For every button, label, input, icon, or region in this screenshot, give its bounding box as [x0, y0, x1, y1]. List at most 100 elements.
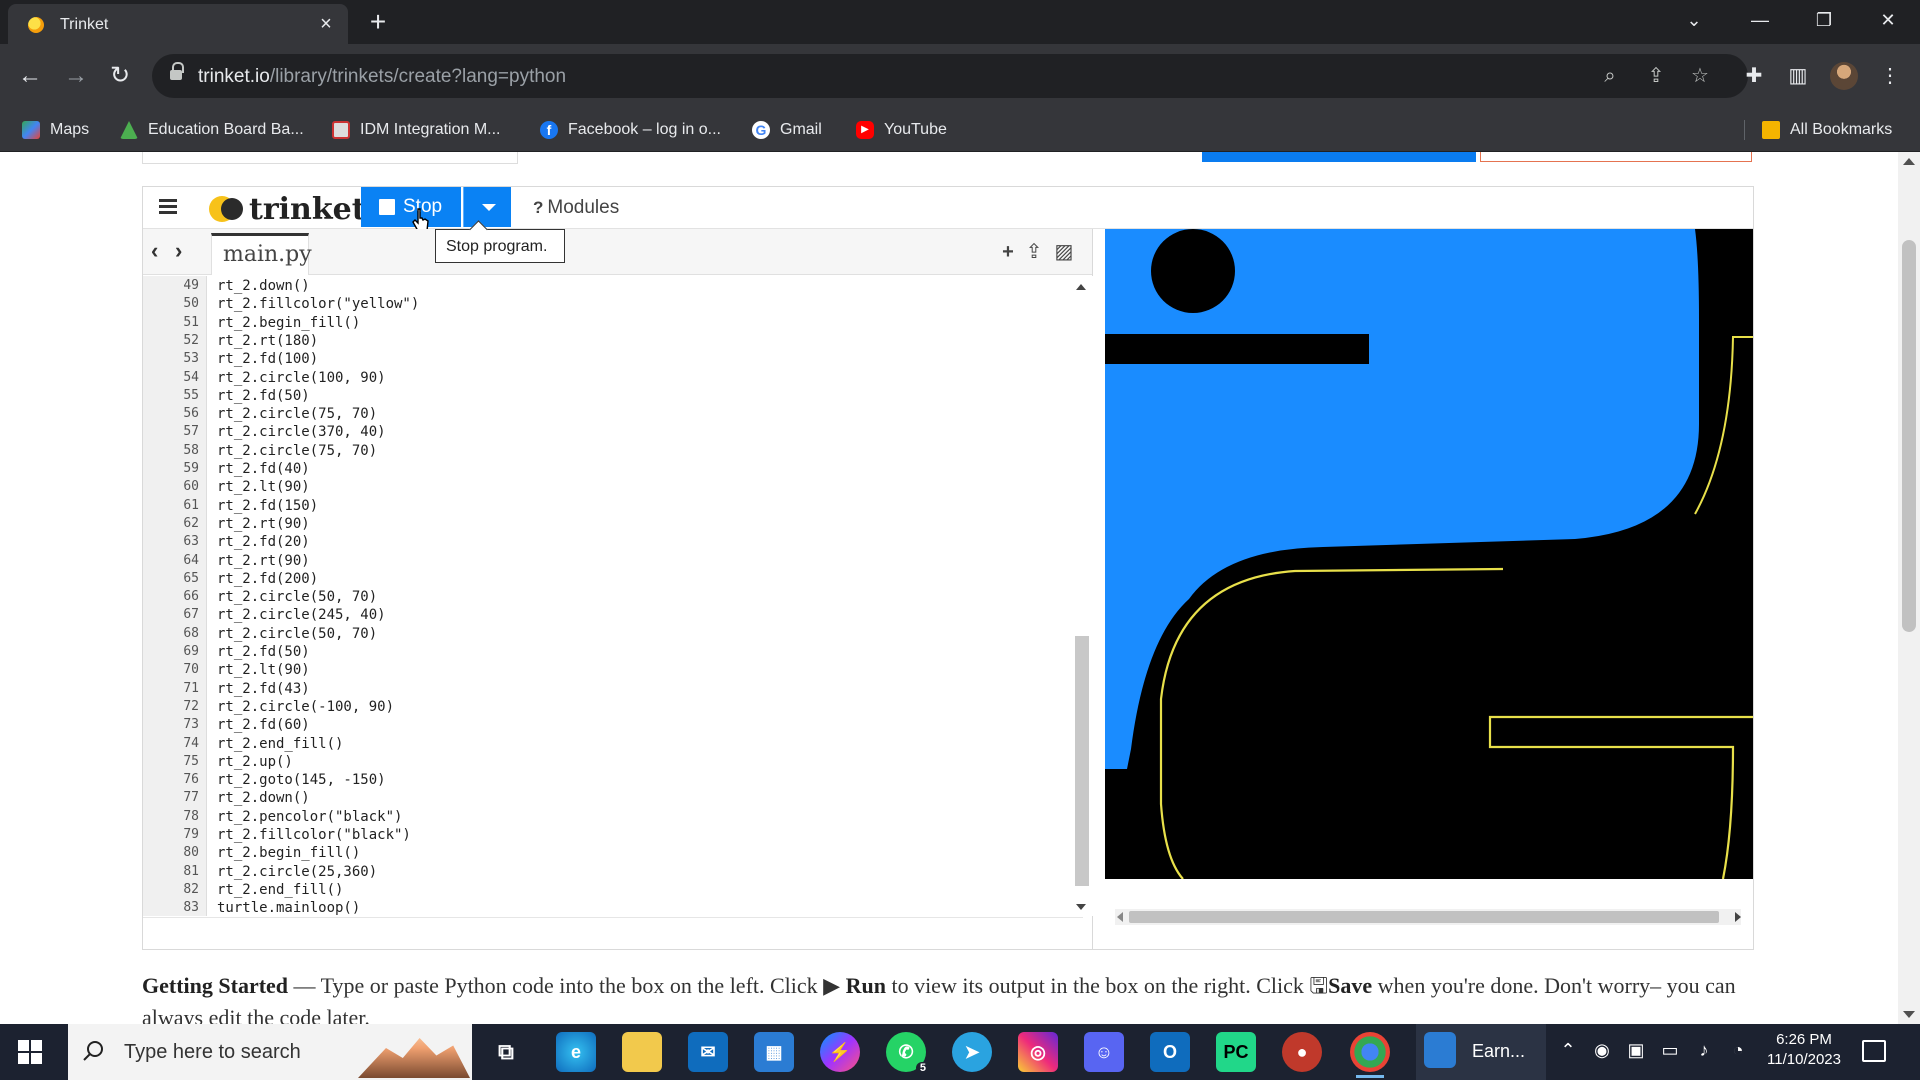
reload-button[interactable]: ↻	[102, 58, 138, 94]
store-icon[interactable]: ▦	[754, 1032, 794, 1072]
close-tab-icon[interactable]: ×	[314, 12, 338, 36]
code-line[interactable]: rt_2.fd(200)	[217, 571, 318, 587]
bookmark-star-icon[interactable]: ☆	[1688, 64, 1712, 88]
bookmark-education-board[interactable]: Education Board Ba...	[120, 108, 304, 152]
run-options-dropdown[interactable]	[463, 187, 511, 227]
new-tab-button[interactable]: +	[362, 8, 394, 36]
zoom-icon[interactable]: ⌕	[1598, 64, 1622, 88]
code-line[interactable]: rt_2.end_fill()	[217, 882, 343, 898]
side-panel-icon[interactable]: ▥	[1784, 62, 1812, 90]
code-line[interactable]: rt_2.fd(40)	[217, 461, 310, 477]
taskbar-earn-window[interactable]: Earn...	[1416, 1024, 1546, 1080]
forward-button[interactable]: →	[58, 58, 94, 94]
add-file-icon[interactable]: +	[997, 241, 1019, 263]
code-line[interactable]: rt_2.fd(50)	[217, 388, 310, 404]
url-text[interactable]: trinket.io/library/trinkets/create?lang=…	[198, 66, 566, 88]
code-line[interactable]: rt_2.begin_fill()	[217, 845, 360, 861]
task-view-icon[interactable]: ⧉	[486, 1032, 526, 1072]
bookmark-gmail[interactable]: G Gmail	[752, 108, 822, 152]
top-blue-button[interactable]	[1202, 152, 1476, 162]
hamburger-menu-icon[interactable]	[157, 197, 181, 217]
page-scroll-thumb[interactable]	[1902, 240, 1916, 632]
messenger-icon[interactable]: ⚡	[820, 1032, 860, 1072]
code-line[interactable]: rt_2.rt(90)	[217, 553, 310, 569]
code-line[interactable]: rt_2.up()	[217, 754, 293, 770]
code-area[interactable]: 49 50 51 52 53 54 55 56 57 58 59 60 61 62 63 64 65 66 67 68…	[143, 276, 1083, 916]
code-line[interactable]: rt_2.fd(43)	[217, 681, 310, 697]
code-line[interactable]: rt_2.fillcolor("black")	[217, 827, 411, 843]
code-line[interactable]: rt_2.fd(100)	[217, 351, 318, 367]
recorder-icon[interactable]: ●	[1282, 1032, 1322, 1072]
menu-icon[interactable]: ⋮	[1876, 62, 1904, 90]
pycharm-icon[interactable]: PC	[1216, 1032, 1256, 1072]
minimize-button[interactable]: —	[1732, 0, 1788, 40]
volume-icon[interactable]: ♪	[1692, 1040, 1716, 1061]
restore-button[interactable]: ❐	[1796, 0, 1852, 40]
code-line[interactable]: rt_2.rt(90)	[217, 516, 310, 532]
whatsapp-icon[interactable]: ✆ 5	[886, 1032, 930, 1074]
discord-icon[interactable]: ☺	[1084, 1032, 1124, 1072]
scroll-left-icon[interactable]	[1117, 912, 1123, 922]
code-line[interactable]: rt_2.circle(-100, 90)	[217, 699, 394, 715]
upload-file-icon[interactable]: ⇪	[1023, 241, 1045, 263]
bookmark-facebook[interactable]: f Facebook – log in o...	[540, 108, 721, 152]
lock-icon[interactable]	[170, 62, 184, 82]
code-line[interactable]: rt_2.goto(145, -150)	[217, 772, 386, 788]
all-bookmarks[interactable]: All Bookmarks	[1762, 108, 1892, 152]
editor-vertical-scrollbar[interactable]	[1071, 276, 1093, 916]
file-explorer-icon[interactable]	[622, 1032, 662, 1072]
browser-tab[interactable]: Trinket ×	[8, 4, 348, 44]
edge-icon[interactable]: e	[556, 1032, 596, 1072]
extensions-icon[interactable]: ✚	[1740, 62, 1768, 90]
code-line[interactable]: rt_2.down()	[217, 790, 310, 806]
file-tab-main[interactable]: main.py	[211, 233, 312, 275]
code-line[interactable]: rt_2.circle(50, 70)	[217, 589, 377, 605]
output-horizontal-scrollbar[interactable]	[1105, 879, 1753, 949]
taskbar-clock[interactable]: 6:26 PM 11/10/2023	[1760, 1030, 1848, 1070]
page-scroll-up-icon[interactable]	[1903, 158, 1915, 165]
code-line[interactable]: rt_2.lt(90)	[217, 479, 310, 495]
chevron-left-icon[interactable]: ‹	[151, 240, 165, 262]
page-scroll-down-icon[interactable]	[1903, 1011, 1915, 1018]
outlook-icon[interactable]: O	[1150, 1032, 1190, 1072]
instagram-icon[interactable]: ◎	[1018, 1032, 1058, 1072]
code-line[interactable]: rt_2.fd(20)	[217, 534, 310, 550]
share-icon[interactable]: ⇪	[1644, 64, 1668, 88]
scroll-down-icon[interactable]	[1076, 904, 1086, 910]
bookmark-youtube[interactable]: ▶ YouTube	[856, 108, 947, 152]
code-line[interactable]: rt_2.circle(245, 40)	[217, 607, 386, 623]
code-line[interactable]: rt_2.fd(150)	[217, 498, 318, 514]
modules-link[interactable]: ? Modules	[533, 197, 619, 219]
code-line[interactable]: rt_2.circle(75, 70)	[217, 443, 377, 459]
scroll-up-icon[interactable]	[1076, 284, 1086, 290]
code-line[interactable]: rt_2.fillcolor("yellow")	[217, 296, 419, 312]
scroll-thumb[interactable]	[1075, 636, 1089, 886]
code-line[interactable]: rt_2.end_fill()	[217, 736, 343, 752]
battery-icon[interactable]: ▭	[1658, 1040, 1682, 1061]
code-line[interactable]: turtle.mainloop()	[217, 900, 360, 916]
close-window-button[interactable]: ✕	[1860, 0, 1916, 40]
trinket-logo[interactable]: trinket	[209, 191, 366, 227]
bookmark-idm[interactable]: IDM Integration M...	[332, 108, 501, 152]
code-line[interactable]: rt_2.lt(90)	[217, 662, 310, 678]
code-line[interactable]: rt_2.rt(180)	[217, 333, 318, 349]
code-line[interactable]: rt_2.fd(60)	[217, 717, 310, 733]
code-line[interactable]: rt_2.fd(50)	[217, 644, 310, 660]
code-line[interactable]: rt_2.circle(75, 70)	[217, 406, 377, 422]
taskbar-search-box[interactable]: Type here to search	[68, 1024, 472, 1080]
output-scroll-thumb[interactable]	[1129, 911, 1719, 923]
notifications-icon[interactable]	[1862, 1040, 1886, 1062]
image-library-icon[interactable]: ▨	[1053, 241, 1075, 263]
code-line[interactable]: rt_2.begin_fill()	[217, 315, 360, 331]
chevron-right-icon[interactable]: ›	[175, 240, 189, 262]
tray-overflow-icon[interactable]: ⌃	[1556, 1040, 1580, 1061]
top-outline-button[interactable]	[1480, 152, 1752, 162]
code-line[interactable]: rt_2.pencolor("black")	[217, 809, 402, 825]
tray-record-icon[interactable]: ◉	[1590, 1040, 1614, 1061]
code-line[interactable]: rt_2.down()	[217, 278, 310, 294]
scroll-right-icon[interactable]	[1735, 912, 1741, 922]
profile-avatar[interactable]	[1830, 62, 1858, 90]
chrome-icon[interactable]	[1350, 1032, 1390, 1078]
windows-start-icon[interactable]	[18, 1040, 42, 1064]
back-button[interactable]: ←	[12, 58, 48, 94]
